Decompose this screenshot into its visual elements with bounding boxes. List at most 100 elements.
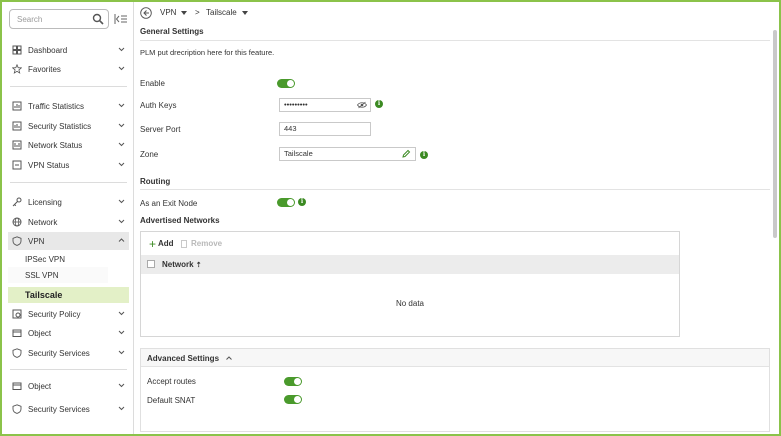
advanced-settings-panel: Advanced Settings Accept routes Default … <box>140 348 770 432</box>
remove-label: Remove <box>191 239 223 248</box>
accept-routes-label: Accept routes <box>147 377 196 386</box>
nav-traffic-statistics[interactable]: Traffic Statistics <box>8 97 129 115</box>
search-icon[interactable] <box>92 13 104 25</box>
hide-password-icon[interactable] <box>357 101 367 109</box>
remove-button[interactable]: Remove <box>181 239 222 248</box>
breadcrumb-vpn-label: VPN <box>160 8 177 17</box>
chevron-down-icon <box>118 66 125 71</box>
nav-label: Security Services <box>28 404 90 414</box>
column-header-network[interactable]: Network ⇡ <box>162 260 202 269</box>
enable-label: Enable <box>140 79 165 88</box>
nav-security-statistics[interactable]: Security Statistics <box>8 117 129 135</box>
breadcrumb-separator-label: > <box>195 8 200 17</box>
zone-value: Tailscale <box>284 149 313 158</box>
nav-label: Security Policy <box>28 309 81 319</box>
policy-icon <box>12 309 22 319</box>
sidebar-divider <box>10 86 127 87</box>
chart-icon <box>12 101 22 111</box>
nav-label: Traffic Statistics <box>28 101 85 111</box>
nav-security-policy[interactable]: Security Policy <box>8 305 129 323</box>
breadcrumb-vpn[interactable]: VPN <box>160 8 188 17</box>
key-icon <box>12 197 22 207</box>
nav-vpn-status[interactable]: VPN Status <box>8 156 129 174</box>
chevron-down-icon <box>118 142 125 147</box>
chevron-down-icon <box>118 219 125 224</box>
nav-object-2[interactable]: Object <box>8 377 129 395</box>
object-icon <box>12 382 22 390</box>
exit-node-label: As an Exit Node <box>140 199 198 208</box>
breadcrumb-tailscale-label: Tailscale <box>206 8 237 17</box>
caret-down-icon <box>181 10 188 15</box>
auth-keys-info-icon[interactable]: i <box>375 100 383 108</box>
chevron-down-icon <box>118 330 125 335</box>
chevron-down-icon <box>118 350 125 355</box>
nav-sub-ipsec-vpn[interactable]: IPSec VPN <box>8 251 108 267</box>
nav-sub-ssl-vpn[interactable]: SSL VPN <box>8 267 108 283</box>
nav-network[interactable]: Network <box>8 213 129 231</box>
zone-field[interactable]: Tailscale <box>279 147 416 161</box>
chart-icon <box>12 121 22 131</box>
server-port-label: Server Port <box>140 125 181 134</box>
nav-label: Licensing <box>28 197 62 207</box>
nav-network-status[interactable]: Network Status <box>8 136 129 154</box>
trash-icon <box>181 239 187 248</box>
star-icon <box>12 64 22 74</box>
add-label: Add <box>158 239 174 248</box>
nav-security-services[interactable]: Security Services <box>8 344 129 362</box>
breadcrumb-separator: > <box>195 8 200 17</box>
nav-security-services-2[interactable]: Security Services <box>8 400 129 418</box>
chevron-down-icon <box>118 311 125 316</box>
nav-label: Security Services <box>28 348 90 358</box>
sidebar-divider <box>10 182 127 183</box>
server-port-field[interactable]: 443 <box>279 122 371 136</box>
chevron-down-icon <box>118 199 125 204</box>
exit-node-info-icon[interactable]: i <box>298 198 306 206</box>
auth-keys-field[interactable]: ••••••••• <box>279 98 371 112</box>
search-input[interactable] <box>17 13 91 26</box>
sidebar-divider <box>10 369 127 370</box>
nav-favorites[interactable]: Favorites <box>8 60 129 78</box>
feature-description: PLM put drecription here for this featur… <box>140 48 275 57</box>
back-arrow-icon[interactable] <box>140 7 152 19</box>
nav-sub-label: Tailscale <box>25 290 63 300</box>
nav-label: Object <box>28 328 52 338</box>
main-content: VPN > Tailscale General Settings PLM put… <box>135 2 779 434</box>
general-settings-title: General Settings <box>140 27 204 36</box>
enable-toggle[interactable] <box>277 79 295 88</box>
chevron-down-icon <box>118 383 125 388</box>
nav-label: Favorites <box>28 64 61 74</box>
shield-icon <box>12 348 22 358</box>
chevron-down-icon <box>118 123 125 128</box>
sidebar: Dashboard Favorites Traffic Statistics S… <box>2 2 134 434</box>
nav-label: Object <box>28 381 52 391</box>
select-all-checkbox[interactable] <box>147 260 155 268</box>
vertical-scrollbar[interactable] <box>773 30 777 238</box>
advanced-settings-header[interactable]: Advanced Settings <box>141 349 769 367</box>
chevron-down-icon <box>118 103 125 108</box>
nav-licensing[interactable]: Licensing <box>8 193 129 211</box>
nav-label: Network <box>28 217 58 227</box>
caret-down-icon <box>241 10 248 15</box>
nav-object[interactable]: Object <box>8 324 129 342</box>
monitor-icon <box>12 160 22 170</box>
column-header-network-label: Network <box>162 260 194 269</box>
nav-label: VPN <box>28 236 45 246</box>
zone-info-icon[interactable]: i <box>420 151 428 159</box>
nav-sub-tailscale[interactable]: Tailscale <box>8 287 129 303</box>
default-snat-toggle[interactable] <box>284 395 302 404</box>
nav-dashboard[interactable]: Dashboard <box>8 41 129 59</box>
breadcrumb-tailscale[interactable]: Tailscale <box>206 8 248 17</box>
accept-routes-toggle[interactable] <box>284 377 302 386</box>
add-button[interactable]: + Add <box>149 238 174 250</box>
nav-sub-label: SSL VPN <box>25 270 59 280</box>
edit-pencil-icon[interactable] <box>401 149 411 159</box>
nav-label: Security Statistics <box>28 121 92 131</box>
nav-label: Network Status <box>28 140 83 150</box>
collapse-menu-icon[interactable] <box>114 13 128 25</box>
routing-title: Routing <box>140 177 171 186</box>
search-box[interactable] <box>9 9 109 29</box>
nav-vpn[interactable]: VPN <box>8 232 129 250</box>
globe-icon <box>12 217 22 227</box>
exit-node-toggle[interactable] <box>277 198 295 207</box>
section-divider <box>140 40 770 41</box>
